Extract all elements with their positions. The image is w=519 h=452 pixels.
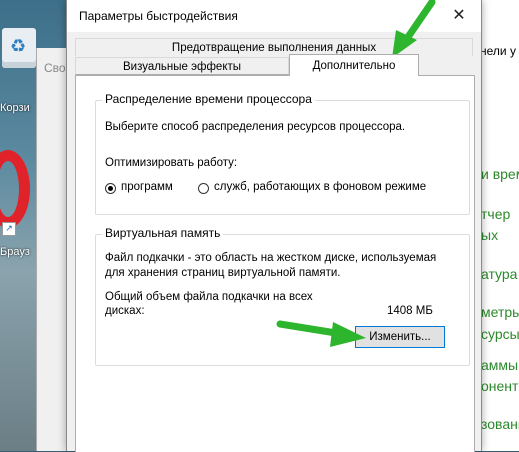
recycle-symbol-icon: ♻ — [10, 36, 27, 56]
total-paging-label-line1: Общий объем файла подкачки на всех — [105, 291, 313, 303]
total-paging-label-line2: дисках: — [105, 305, 145, 317]
radio-background-services[interactable] — [198, 183, 209, 194]
shortcut-arrow-icon: ↗ — [2, 222, 16, 236]
virtual-memory-legend: Виртуальная память — [102, 226, 224, 240]
right-window-text: нели у — [480, 44, 516, 58]
browser-label: Брауз — [0, 246, 30, 258]
paging-file-description-line2: для хранения страниц виртуальной памяти. — [105, 267, 341, 279]
advanced-tab-panel: Распределение времени процессора Выберит… — [75, 75, 475, 452]
radio-programs[interactable] — [105, 183, 116, 194]
processor-description: Выберите способ распределения ресурсов п… — [105, 121, 406, 133]
right-link[interactable]: онент — [481, 378, 518, 394]
processor-scheduling-legend: Распределение времени процессора — [102, 92, 315, 106]
right-link[interactable]: сурсы — [481, 326, 519, 342]
right-link[interactable]: зование — [481, 416, 519, 432]
recycle-bin-label: Корзи — [0, 102, 30, 114]
right-link[interactable]: тчер — [481, 206, 510, 222]
processor-scheduling-group: Распределение времени процессора Выберит… — [95, 92, 470, 215]
performance-options-dialog: Параметры быстродействия ✕ Предотвращени… — [66, 0, 482, 452]
radio-programs-label[interactable]: программ — [121, 181, 173, 193]
total-paging-value: 1408 МБ — [387, 305, 433, 317]
right-link[interactable]: атура — [481, 266, 517, 282]
right-link[interactable]: метры — [481, 304, 519, 320]
right-link[interactable]: ых — [481, 227, 498, 243]
radio-background-services-label[interactable]: служб, работающих в фоновом режиме — [214, 181, 426, 193]
change-button[interactable]: Изменить... — [355, 326, 445, 348]
dialog-title: Параметры быстродействия — [79, 9, 238, 23]
paging-file-description-line1: Файл подкачки - это область на жестком д… — [105, 252, 437, 264]
right-link[interactable]: и врем — [481, 166, 519, 182]
title-bar[interactable]: Параметры быстродействия ✕ — [67, 0, 481, 32]
tab-visual-effects[interactable]: Визуальные эффекты — [75, 57, 289, 75]
tab-advanced[interactable]: Дополнительно — [289, 54, 419, 76]
right-link[interactable]: аммы — [481, 357, 518, 373]
optimize-label: Оптимизировать работу: — [105, 157, 238, 169]
close-icon[interactable]: ✕ — [437, 0, 481, 32]
